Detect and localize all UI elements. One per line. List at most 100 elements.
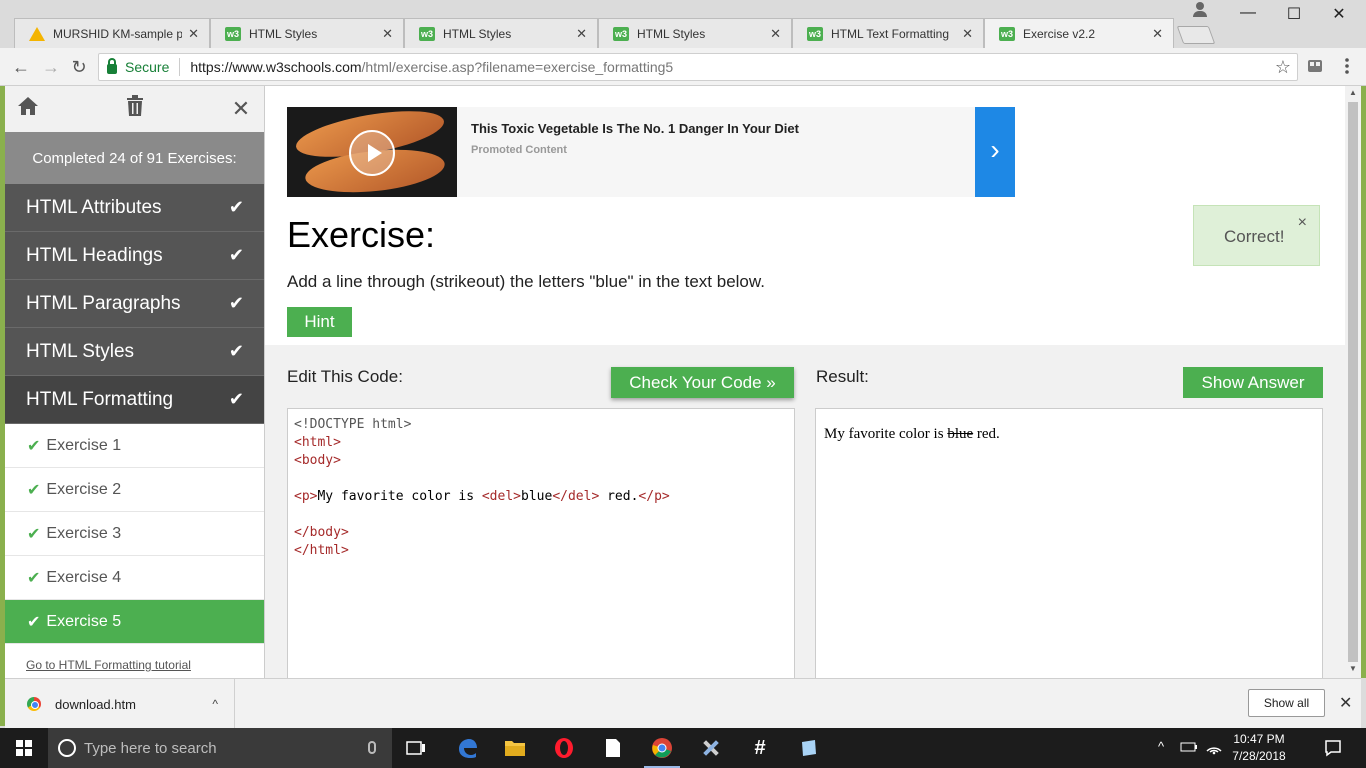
close-sidebar-icon[interactable]: ✕ [230,96,252,122]
result-label: Result: [816,367,869,386]
menu-kebab-icon[interactable] [1338,57,1358,77]
w3schools-icon: w3 [807,26,823,41]
search-placeholder: Type here to search [84,739,217,757]
correct-alert: Correct! × [1193,205,1320,266]
back-arrow-icon[interactable]: ← [8,54,34,80]
home-icon[interactable] [17,96,39,122]
file-explorer-icon[interactable] [491,728,539,768]
tools-icon[interactable] [687,728,735,768]
code-editor[interactable]: <!DOCTYPE html> <html> <body> <p>My favo… [287,408,795,678]
trash-icon[interactable] [124,95,146,123]
checkmark-icon: ✔ [27,613,41,631]
battery-icon[interactable] [1180,740,1198,757]
chapter-label: HTML Styles [26,340,135,362]
w3schools-icon: w3 [999,26,1015,41]
clock-date: 7/28/2018 [1232,749,1286,763]
clock-time: 10:47 PM [1233,732,1285,746]
tab-label: MURSHID KM-sample pr [53,26,183,41]
tab-close-icon[interactable]: ✕ [770,26,781,42]
show-answer-button[interactable]: Show Answer [1183,367,1323,398]
lock-icon [107,58,117,74]
forward-arrow-icon[interactable]: → [38,54,64,80]
minimize-icon[interactable]: — [1225,4,1271,22]
promoted-ad[interactable]: This Toxic Vegetable Is The No. 1 Danger… [287,107,1015,197]
tab-close-icon[interactable]: ✕ [1152,26,1163,42]
download-bar-close-icon[interactable]: ✕ [1339,693,1352,713]
browser-tab-html-styles-3[interactable]: w3 HTML Styles ✕ [598,18,792,48]
browser-tab-html-styles-1[interactable]: w3 HTML Styles ✕ [210,18,404,48]
bookmark-star-icon[interactable]: ☆ [1275,57,1291,78]
alert-close-icon[interactable]: × [1298,214,1307,232]
hint-button[interactable]: Hint [287,307,352,337]
window-close-icon[interactable]: ✕ [1316,4,1362,24]
chevron-up-tray-icon[interactable]: ^ [1158,739,1164,754]
opera-icon[interactable] [540,728,588,768]
show-all-button[interactable]: Show all [1248,689,1325,717]
browser-tab-html-styles-2[interactable]: w3 HTML Styles ✕ [404,18,598,48]
tab-close-icon[interactable]: ✕ [962,26,973,42]
exercise-instruction: Add a line through (strikeout) the lette… [287,272,765,291]
sidebar-exercise-3[interactable]: ✔ Exercise 3 [5,512,264,556]
browser-tab-text-formatting[interactable]: w3 HTML Text Formatting ✕ [792,18,984,48]
edge-icon[interactable] [443,728,491,768]
chrome-icon[interactable] [638,728,686,768]
address-bar[interactable]: Secure https://www.w3schools.com /html/e… [98,53,1298,81]
ad-title[interactable]: This Toxic Vegetable Is The No. 1 Danger… [471,121,799,136]
microphone-icon[interactable] [368,741,376,754]
system-clock[interactable]: 10:47 PM 7/28/2018 [1226,731,1292,765]
sidebar-chapter-formatting[interactable]: HTML Formatting ✔ [5,376,264,424]
ad-arrow-icon[interactable]: › [975,107,1015,197]
chevron-up-icon[interactable]: ^ [212,697,218,711]
reload-icon[interactable]: ↻ [66,54,92,80]
tab-label: HTML Styles [443,26,512,41]
sidebar-chapter-paragraphs[interactable]: HTML Paragraphs ✔ [5,280,264,328]
browser-tab-drive[interactable]: MURSHID KM-sample pr ✕ [14,18,210,48]
window-frame-right [1361,86,1366,678]
chapter-label: HTML Formatting [26,388,174,410]
scrollbar-thumb[interactable] [1348,102,1358,662]
start-button[interactable] [0,728,48,768]
exercise-workarea: Edit This Code: Check Your Code » <!DOCT… [265,345,1345,678]
profile-icon[interactable] [1192,2,1208,18]
play-icon[interactable] [349,130,395,176]
checkmark-icon: ✔ [27,569,41,587]
sidebar-exercise-4[interactable]: ✔ Exercise 4 [5,556,264,600]
tab-label: HTML Text Formatting [831,26,950,41]
secure-label: Secure [125,59,170,75]
scroll-down-icon[interactable]: ▼ [1349,664,1357,673]
browser-titlebar: MURSHID KM-sample pr ✕ w3 HTML Styles ✕ … [0,0,1366,48]
sidebar-toolbar: ✕ [5,86,264,132]
google-drive-icon [29,26,45,41]
tutorial-link[interactable]: Go to HTML Formatting tutorial [5,644,264,672]
sidebar-chapter-styles[interactable]: HTML Styles ✔ [5,328,264,376]
browser-tab-exercise[interactable]: w3 Exercise v2.2 ✕ [984,18,1174,48]
scroll-up-icon[interactable]: ▲ [1349,88,1357,97]
chapter-label: HTML Paragraphs [26,292,181,314]
edit-code-label: Edit This Code: [287,367,403,386]
action-center-icon[interactable] [1324,739,1342,760]
checkmark-icon: ✔ [228,197,244,217]
exercise-label: Exercise 4 [46,568,122,586]
sidebar-exercise-2[interactable]: ✔ Exercise 2 [5,468,264,512]
new-tab-button[interactable] [1176,26,1216,44]
notes-app-icon[interactable] [785,728,833,768]
document-icon[interactable] [589,728,637,768]
tab-close-icon[interactable]: ✕ [188,26,199,42]
tab-close-icon[interactable]: ✕ [576,26,587,42]
sidebar-exercise-1[interactable]: ✔ Exercise 1 [5,424,264,468]
page-scrollbar[interactable]: ▲ ▼ [1345,86,1361,678]
tab-close-icon[interactable]: ✕ [382,26,393,42]
download-item[interactable]: download.htm ^ [5,679,235,729]
sidebar-chapter-attributes[interactable]: HTML Attributes ✔ [5,184,264,232]
exercise-label: Exercise 3 [46,524,122,542]
taskbar-search[interactable]: Type here to search [48,728,392,768]
sidebar-chapter-headings[interactable]: HTML Headings ✔ [5,232,264,280]
extension-icon[interactable] [1306,57,1326,77]
sidebar-exercise-5[interactable]: ✔ Exercise 5 [5,600,264,644]
ad-thumbnail[interactable] [287,107,457,197]
check-code-button[interactable]: Check Your Code » [611,367,794,398]
task-view-icon[interactable] [392,728,440,768]
slack-icon[interactable]: # [736,728,784,768]
wifi-icon[interactable] [1205,739,1223,758]
maximize-icon[interactable]: ☐ [1271,4,1317,24]
